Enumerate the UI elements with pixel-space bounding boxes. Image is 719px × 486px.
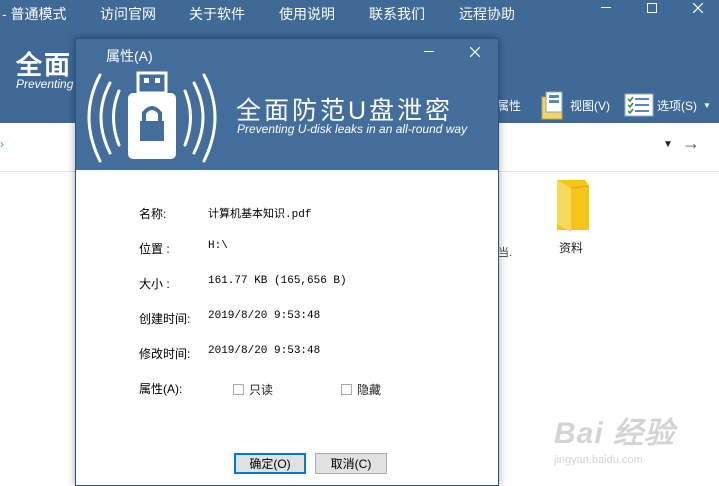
maximize-button[interactable] xyxy=(632,0,672,16)
toolbar-options-label: 选项(S) xyxy=(657,98,697,113)
chevron-down-icon: ▼ xyxy=(703,100,711,110)
menu-remote-assist[interactable]: 远程协助 xyxy=(459,4,515,24)
dialog-close-button[interactable] xyxy=(462,42,488,62)
address-left-icon[interactable]: › xyxy=(0,137,4,151)
dialog-minimize-button[interactable] xyxy=(416,42,442,62)
name-value: 计算机基本知识.pdf xyxy=(208,209,312,221)
menu-instructions[interactable]: 使用说明 xyxy=(279,4,335,24)
modified-time-value: 2019/8/20 9:53:48 xyxy=(208,345,321,357)
options-icon xyxy=(624,93,654,117)
watermark: Bai 经验 jingyan.baidu.com xyxy=(554,408,714,478)
location-value: H:\ xyxy=(208,240,228,252)
folder-icon xyxy=(557,180,590,232)
folder-label: 资料 xyxy=(558,241,583,255)
toolbar-options-button[interactable]: 选项(S) ▼ xyxy=(624,88,711,122)
readonly-label: 只读 xyxy=(249,383,274,397)
created-time-value: 2019/8/20 9:53:48 xyxy=(208,310,321,322)
menu-contact[interactable]: 联系我们 xyxy=(369,4,425,24)
minimize-icon xyxy=(601,7,611,8)
hidden-checkbox[interactable]: 隐藏 xyxy=(341,381,381,398)
readonly-checkbox-box[interactable] xyxy=(233,384,244,395)
size-label: 大小 : xyxy=(139,277,170,291)
maximize-icon xyxy=(647,3,657,13)
dialog-header: 属性(A) 全面防范U盘泄密 Preventing U-disk leaks i… xyxy=(76,39,498,170)
file-item-fragment[interactable]: 当. xyxy=(498,244,512,260)
toolbar-properties-button[interactable]: 属性 xyxy=(497,88,521,122)
created-time-label: 创建时间: xyxy=(139,312,191,326)
cancel-button[interactable]: 取消(C) xyxy=(315,453,387,474)
readonly-checkbox[interactable]: 只读 xyxy=(233,381,273,398)
folder-item[interactable]: 资料 xyxy=(548,178,594,258)
menu-visit-website[interactable]: 访问官网 xyxy=(100,4,156,24)
toolbar-properties-label: 属性 xyxy=(497,98,522,113)
menu-bar: - 普通模式 访问官网 关于软件 使用说明 联系我们 远程协助 xyxy=(0,0,719,26)
name-label: 名称: xyxy=(139,207,167,221)
close-button[interactable] xyxy=(678,0,718,16)
watermark-main: Bai 经验 xyxy=(554,417,676,450)
dialog-title: 属性(A) xyxy=(106,48,153,64)
attributes-label: 属性(A): xyxy=(139,382,183,396)
dialog-brand-subtitle: Preventing U-disk leaks in an all-round … xyxy=(237,122,468,136)
hidden-checkbox-box[interactable] xyxy=(341,384,352,395)
minimize-icon xyxy=(424,51,434,52)
menu-normal-mode[interactable]: - 普通模式 xyxy=(2,4,67,24)
size-value: 161.77 KB (165,656 B) xyxy=(208,275,347,287)
minimize-button[interactable] xyxy=(586,0,626,16)
close-icon xyxy=(470,47,480,57)
watermark-sub: jingyan.baidu.com xyxy=(554,454,643,466)
location-label: 位置 : xyxy=(139,242,170,256)
menu-about[interactable]: 关于软件 xyxy=(189,4,245,24)
view-icon xyxy=(541,91,563,120)
modified-time-label: 修改时间: xyxy=(139,347,191,361)
close-icon xyxy=(693,3,703,13)
properties-dialog: 属性(A) 全面防范U盘泄密 Preventing U-disk leaks i… xyxy=(75,38,499,486)
hidden-label: 隐藏 xyxy=(357,383,382,397)
toolbar-view-label: 视图(V) xyxy=(570,98,610,113)
address-dropdown-icon[interactable]: ▼ xyxy=(663,139,673,150)
app-subtitle: Preventing xyxy=(16,77,74,91)
usb-lock-logo-icon xyxy=(87,71,217,163)
toolbar-view-button[interactable]: 视图(V) xyxy=(541,88,610,122)
ok-button[interactable]: 确定(O) xyxy=(234,453,306,474)
forward-arrow-icon[interactable]: → xyxy=(682,133,700,154)
